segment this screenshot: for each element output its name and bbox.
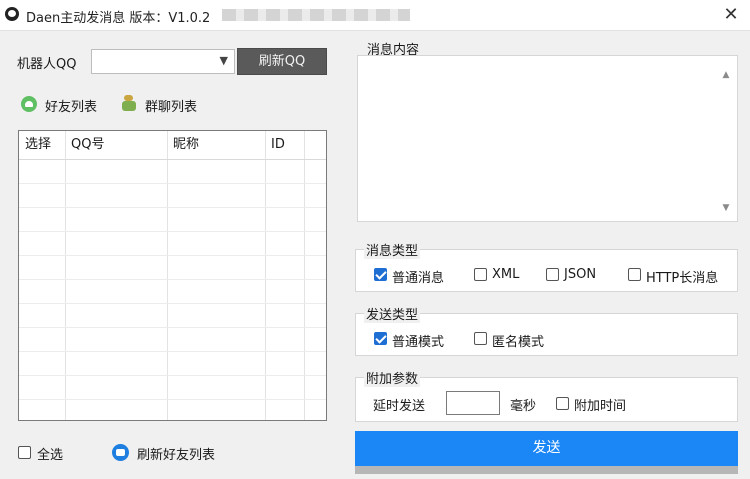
row-divider <box>19 207 326 208</box>
extra-params-title: 附加参数 <box>364 368 421 387</box>
row-divider <box>19 375 326 376</box>
column-divider <box>265 131 266 420</box>
bot-qq-label: 机器人QQ <box>17 57 77 72</box>
checkbox-append-time[interactable] <box>556 397 569 410</box>
row-divider <box>19 255 326 256</box>
app-logo-icon <box>5 7 19 21</box>
delay-label: 延时发送 <box>373 399 426 414</box>
send-type-title: 发送类型 <box>364 304 421 323</box>
option-json[interactable]: JSON <box>564 267 596 282</box>
checkbox-http-long[interactable] <box>628 268 641 281</box>
row-divider <box>19 279 326 280</box>
delay-unit-label: 毫秒 <box>510 399 537 414</box>
column-header-qq[interactable]: QQ号 <box>65 131 167 159</box>
checkbox-normal-message[interactable] <box>374 268 387 281</box>
chevron-down-icon[interactable]: ▼ <box>220 54 228 67</box>
append-time-label[interactable]: 附加时间 <box>574 395 626 414</box>
checkbox-anonymous-mode[interactable] <box>474 332 487 345</box>
row-divider <box>19 183 326 184</box>
friends-table[interactable]: 选择 QQ号 昵称 ID <box>18 130 327 421</box>
scroll-down-icon[interactable]: ▼ <box>721 203 731 213</box>
row-divider <box>19 303 326 304</box>
checkbox-xml[interactable] <box>474 268 487 281</box>
blurred-title-text <box>222 9 410 21</box>
friends-icon[interactable] <box>21 96 37 112</box>
column-header-select[interactable]: 选择 <box>19 131 65 159</box>
close-icon[interactable]: ✕ <box>716 3 746 27</box>
option-normal-mode[interactable]: 普通模式 <box>392 331 444 350</box>
refresh-friends-link[interactable]: 刷新好友列表 <box>137 444 215 463</box>
message-type-title: 消息类型 <box>364 240 421 259</box>
scroll-up-icon[interactable]: ▲ <box>721 70 731 80</box>
row-divider <box>19 399 326 400</box>
select-all-label[interactable]: 全选 <box>37 444 63 463</box>
bot-qq-select[interactable]: ▼ <box>91 49 235 74</box>
title-bar: Daen主动发消息 版本：V1.0.2 ✕ <box>0 0 750 31</box>
row-divider <box>19 231 326 232</box>
refresh-icon[interactable] <box>112 444 129 461</box>
checkbox-json[interactable] <box>546 268 559 281</box>
window-title: Daen主动发消息 版本：V1.0.2 <box>26 11 211 26</box>
option-http-long[interactable]: HTTP长消息 <box>646 267 718 286</box>
option-xml[interactable]: XML <box>492 267 519 282</box>
send-button[interactable]: 发送 <box>355 431 738 466</box>
friends-list-link[interactable]: 好友列表 <box>45 96 97 115</box>
refresh-qq-button[interactable]: 刷新QQ <box>237 48 327 75</box>
column-divider <box>167 131 168 420</box>
message-textarea[interactable] <box>357 55 738 222</box>
row-divider <box>19 351 326 352</box>
select-all-checkbox[interactable] <box>18 446 31 459</box>
column-header-nickname[interactable]: 昵称 <box>167 131 265 159</box>
delay-input[interactable] <box>446 391 500 415</box>
send-button-underbar <box>355 466 738 474</box>
column-divider <box>65 131 66 420</box>
column-divider <box>304 131 305 420</box>
option-anonymous-mode[interactable]: 匿名模式 <box>492 331 544 350</box>
checkbox-normal-mode[interactable] <box>374 332 387 345</box>
option-normal-message[interactable]: 普通消息 <box>392 267 444 286</box>
group-chat-icon[interactable] <box>121 95 137 112</box>
header-divider <box>19 159 326 160</box>
row-divider <box>19 327 326 328</box>
column-header-id[interactable]: ID <box>265 131 305 159</box>
group-list-link[interactable]: 群聊列表 <box>145 96 197 115</box>
